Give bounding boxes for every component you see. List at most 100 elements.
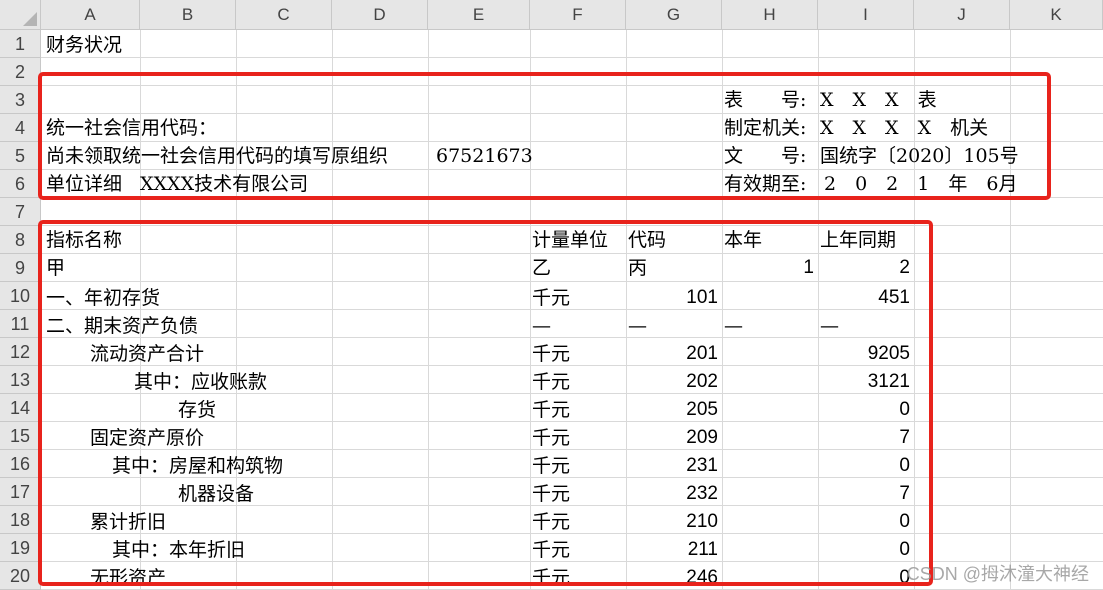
- col-title-this-year[interactable]: 本年: [724, 226, 762, 254]
- row-last-year[interactable]: 451: [818, 284, 910, 312]
- row-code[interactable]: 209: [626, 424, 718, 452]
- row-header-15[interactable]: 15: [0, 422, 41, 450]
- row-header-10[interactable]: 10: [0, 282, 41, 310]
- row-last-year[interactable]: 0: [818, 452, 910, 480]
- row-this-year[interactable]: [722, 368, 814, 396]
- subheader-last-year[interactable]: 2: [818, 254, 910, 282]
- row-last-year[interactable]: 9205: [818, 340, 910, 368]
- column-header-d[interactable]: D: [332, 0, 428, 30]
- row-name[interactable]: 累计折旧: [90, 508, 166, 536]
- column-header-c[interactable]: C: [236, 0, 332, 30]
- unit-label[interactable]: 单位详细: [46, 170, 138, 198]
- row-unit[interactable]: 千元: [532, 284, 570, 312]
- row-header-17[interactable]: 17: [0, 478, 41, 506]
- row-name[interactable]: 其中：本年折旧: [112, 536, 245, 564]
- row-header-3[interactable]: 3: [0, 86, 41, 114]
- column-header-f[interactable]: F: [530, 0, 626, 30]
- row-code[interactable]: 101: [626, 284, 718, 312]
- column-header-j[interactable]: J: [914, 0, 1010, 30]
- row-this-year[interactable]: —: [724, 312, 743, 340]
- authority-label[interactable]: 制定机关:: [724, 114, 806, 142]
- row-code[interactable]: 231: [626, 452, 718, 480]
- row-header-14[interactable]: 14: [0, 394, 41, 422]
- row-header-8[interactable]: 8: [0, 226, 41, 254]
- row-unit[interactable]: 千元: [532, 368, 570, 396]
- row-last-year[interactable]: 0: [818, 396, 910, 424]
- col-title-code[interactable]: 代码: [628, 226, 666, 254]
- row-unit[interactable]: —: [532, 312, 551, 340]
- select-all-corner[interactable]: [0, 0, 41, 30]
- row-last-year[interactable]: 0: [818, 508, 910, 536]
- row-unit[interactable]: 千元: [532, 452, 570, 480]
- row-unit[interactable]: 千元: [532, 396, 570, 424]
- row-header-13[interactable]: 13: [0, 366, 41, 394]
- row-this-year[interactable]: [722, 452, 814, 480]
- row-name[interactable]: 无形资产: [90, 564, 166, 590]
- org-code-label[interactable]: 尚未领取统一社会信用代码的填写原组织: [46, 142, 430, 170]
- row-code[interactable]: 232: [626, 480, 718, 508]
- column-header-k[interactable]: K: [1010, 0, 1103, 30]
- doc-no-label[interactable]: 文 号:: [724, 142, 806, 170]
- column-header-i[interactable]: I: [818, 0, 914, 30]
- row-this-year[interactable]: [722, 480, 814, 508]
- row-header-12[interactable]: 12: [0, 338, 41, 366]
- row-header-20[interactable]: 20: [0, 562, 41, 590]
- row-code[interactable]: —: [628, 312, 647, 340]
- doc-no-value[interactable]: 国统字〔2020〕105号: [820, 142, 1019, 170]
- credit-code-label[interactable]: 统一社会信用代码：: [46, 114, 217, 142]
- row-last-year[interactable]: 7: [818, 424, 910, 452]
- row-last-year[interactable]: —: [820, 312, 839, 340]
- row-name[interactable]: 存货: [178, 396, 216, 424]
- subheader-name[interactable]: 甲: [46, 254, 65, 282]
- column-header-b[interactable]: B: [140, 0, 236, 30]
- row-this-year[interactable]: [722, 564, 814, 590]
- row-last-year[interactable]: 0: [818, 536, 910, 564]
- row-name[interactable]: 二、期末资产负债: [46, 312, 198, 340]
- column-header-e[interactable]: E: [428, 0, 530, 30]
- spreadsheet[interactable]: ABCDEFGHIJK 1 2 3 4 5 6 7 8 9 10 11 12 13 14 15 16 17 18 1…: [0, 0, 1103, 590]
- row-code[interactable]: 210: [626, 508, 718, 536]
- row-header-18[interactable]: 18: [0, 506, 41, 534]
- col-title-last-year[interactable]: 上年同期: [820, 226, 896, 254]
- row-name[interactable]: 固定资产原价: [90, 424, 204, 452]
- row-header-9[interactable]: 9: [0, 254, 41, 282]
- subheader-unit[interactable]: 乙: [532, 254, 551, 282]
- row-this-year[interactable]: [722, 536, 814, 564]
- row-this-year[interactable]: [722, 508, 814, 536]
- row-name[interactable]: 其中：房屋和构筑物: [112, 452, 283, 480]
- valid-until-value[interactable]: 2 0 2 1 年 6月: [824, 170, 1017, 198]
- column-header-g[interactable]: G: [626, 0, 722, 30]
- row-code[interactable]: 246: [626, 564, 718, 590]
- row-this-year[interactable]: [722, 424, 814, 452]
- column-header-a[interactable]: A: [41, 0, 140, 30]
- row-header-19[interactable]: 19: [0, 534, 41, 562]
- valid-until-label[interactable]: 有效期至:: [724, 170, 806, 198]
- row-header-16[interactable]: 16: [0, 450, 41, 478]
- row-unit[interactable]: 千元: [532, 508, 570, 536]
- row-header-11[interactable]: 11: [0, 310, 41, 338]
- form-no-label[interactable]: 表 号:: [724, 86, 806, 114]
- row-code[interactable]: 205: [626, 396, 718, 424]
- row-name[interactable]: 机器设备: [178, 480, 254, 508]
- row-name[interactable]: 流动资产合计: [90, 340, 204, 368]
- subheader-code[interactable]: 丙: [628, 254, 647, 282]
- col-title-name[interactable]: 指标名称: [46, 226, 122, 254]
- sheet-title[interactable]: 财务状况: [46, 31, 122, 59]
- form-no-value[interactable]: X X X 表: [820, 86, 937, 114]
- row-name[interactable]: 一、年初存货: [46, 284, 160, 312]
- row-code[interactable]: 211: [626, 536, 718, 564]
- authority-value[interactable]: X X X X 机关: [820, 114, 988, 142]
- row-unit[interactable]: 千元: [532, 536, 570, 564]
- row-last-year[interactable]: 7: [818, 480, 910, 508]
- row-this-year[interactable]: [722, 396, 814, 424]
- subheader-this-year[interactable]: 1: [722, 254, 814, 282]
- row-unit[interactable]: 千元: [532, 564, 570, 590]
- row-unit[interactable]: 千元: [532, 340, 570, 368]
- row-header-2[interactable]: 2: [0, 58, 41, 86]
- col-title-unit[interactable]: 计量单位: [532, 226, 608, 254]
- row-header-4[interactable]: 4: [0, 114, 41, 142]
- row-this-year[interactable]: [722, 340, 814, 368]
- row-last-year[interactable]: 3121: [818, 368, 910, 396]
- row-header-7[interactable]: 7: [0, 198, 41, 226]
- org-code-value[interactable]: 67521673: [436, 142, 533, 170]
